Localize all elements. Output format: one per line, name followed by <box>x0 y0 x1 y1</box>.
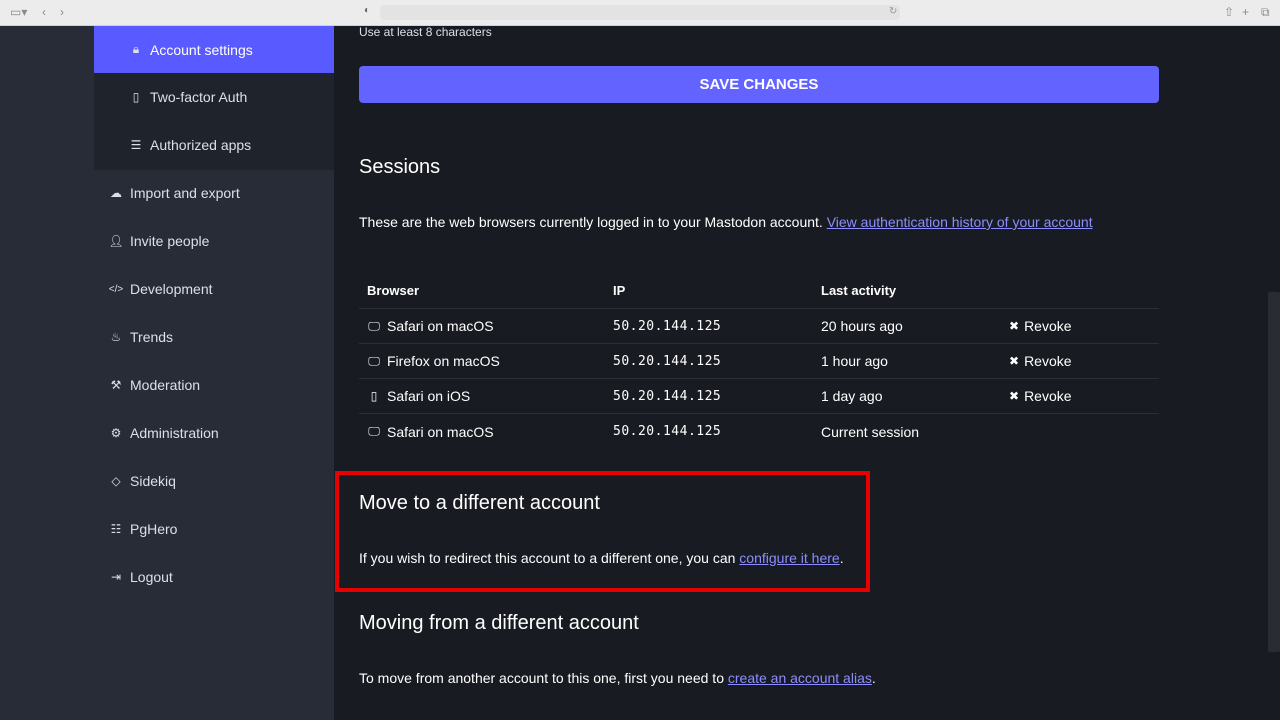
user-plus-icon: 👤︎ <box>108 234 124 248</box>
sidebar-item-pghero[interactable]: ☷ PgHero <box>94 505 334 553</box>
browser-name: Safari on macOS <box>387 423 494 440</box>
revoke-label: Revoke <box>1024 388 1072 404</box>
desktop-icon: 🖵︎ <box>368 424 380 438</box>
table-header-row: Browser IP Last activity <box>359 273 1159 309</box>
move-from-description: To move from another account to this one… <box>359 670 876 686</box>
column-header-browser: Browser <box>367 283 420 298</box>
close-icon: ✖ <box>1009 389 1020 403</box>
revoke-button[interactable]: ✖ Revoke <box>1001 353 1159 369</box>
ip-cell: 50.20.144.125 <box>613 424 722 439</box>
browser-name: Firefox on macOS <box>387 353 500 369</box>
sidebar-item-label: Logout <box>130 569 173 585</box>
sessions-description-text: These are the web browsers currently log… <box>359 214 823 230</box>
sidebar-item-label: PgHero <box>130 521 178 537</box>
column-header-last-activity: Last activity <box>821 283 897 298</box>
sessions-description: These are the web browsers currently log… <box>359 214 1093 230</box>
sidebar-item-label: Account settings <box>150 41 253 58</box>
save-changes-button[interactable]: SAVE CHANGES <box>359 66 1159 103</box>
browser-cell: 🖵︎ Safari on macOS <box>359 318 605 334</box>
sidebar-item-development[interactable]: </> Development <box>94 265 334 313</box>
close-icon: ✖ <box>1009 354 1020 368</box>
back-icon[interactable]: ‹ <box>42 5 46 19</box>
revoke-button[interactable]: ✖ Revoke <box>1001 318 1159 334</box>
table-row: 🖵︎ Firefox on macOS 50.20.144.125 1 hour… <box>359 344 1159 379</box>
sidebar-item-label: Moderation <box>130 377 201 393</box>
move-from-text: To move from another account to this one… <box>359 670 724 686</box>
revoke-label: Revoke <box>1024 353 1072 369</box>
close-icon: ✖ <box>1009 319 1020 333</box>
new-tab-icon[interactable]: + <box>1242 5 1249 19</box>
share-icon[interactable]: ⇧ <box>1224 5 1234 19</box>
move-from-title: Moving from a different account <box>359 612 639 634</box>
table-row: 🖵︎ Safari on macOS 50.20.144.125 20 hour… <box>359 309 1159 344</box>
forward-icon[interactable]: › <box>60 5 64 19</box>
revoke-label: Revoke <box>1024 318 1072 334</box>
column-header-ip: IP <box>613 283 626 298</box>
ip-cell: 50.20.144.125 <box>613 388 722 404</box>
highlight-annotation <box>335 471 870 592</box>
table-row: 🖵︎ Safari on macOS 50.20.144.125 Current… <box>359 414 1159 449</box>
sidebar-item-trends[interactable]: ♨ Trends <box>94 313 334 361</box>
privacy-shield-icon[interactable]: ◐ <box>364 5 370 16</box>
cloud-icon: ☁ <box>110 186 122 200</box>
sidebar-item-label: Two-factor Auth <box>150 89 248 105</box>
table-row: ▯ Safari on iOS 50.20.144.125 1 day ago … <box>359 379 1159 414</box>
sidebar-item-administration[interactable]: ⚙ Administration <box>94 409 334 457</box>
sidebar-item-moderation[interactable]: ⚒ Moderation <box>94 361 334 409</box>
diamond-icon: ◇ <box>111 474 121 488</box>
sidebar-toggle-icon[interactable]: ▭▾ <box>10 5 27 19</box>
reload-icon[interactable]: ↻ <box>889 6 897 17</box>
browser-toolbar: ▭▾ ‹ › ◐ ↻ ⇧ + ⧉ <box>0 0 1280 26</box>
sidebar-item-label: Invite people <box>130 233 210 249</box>
database-icon: ☷ <box>110 522 122 536</box>
cogs-icon: ⚙ <box>110 426 122 440</box>
browser-cell: ▯ Safari on iOS <box>359 388 605 404</box>
sidebar-item-label: Administration <box>130 425 219 441</box>
sidebar-item-import-export[interactable]: ☁ Import and export <box>94 169 334 217</box>
sidebar-item-label: Import and export <box>130 185 240 201</box>
activity-cell: 1 day ago <box>821 388 883 404</box>
sidebar-item-label: Sidekiq <box>130 473 176 489</box>
mobile-icon: ▯ <box>132 90 140 104</box>
move-from-suffix: . <box>871 670 876 686</box>
code-icon: </> <box>108 283 124 295</box>
sidebar-item-two-factor-auth[interactable]: ▯ Two-factor Auth <box>94 73 334 121</box>
revoke-button[interactable]: ✖ Revoke <box>1001 388 1159 404</box>
password-hint: Use at least 8 characters <box>359 25 492 39</box>
sidebar-item-authorized-apps[interactable]: ☰ Authorized apps <box>94 121 334 169</box>
lock-icon: 🔒︎ <box>132 42 140 56</box>
sidebar-item-label: Trends <box>130 329 174 345</box>
desktop-icon: 🖵︎ <box>368 353 380 368</box>
activity-cell: Current session <box>821 423 920 440</box>
ip-cell: 50.20.144.125 <box>613 318 722 334</box>
mobile-icon: ▯ <box>370 389 378 403</box>
browser-name: Safari on iOS <box>387 388 471 404</box>
sidebar-item-account-settings[interactable]: 🔒︎ Account settings <box>94 26 334 73</box>
create-alias-link[interactable]: create an account alias <box>728 670 872 686</box>
desktop-icon: 🖵︎ <box>368 318 380 333</box>
sessions-table: Browser IP Last activity 🖵︎ Safari on ma… <box>359 273 1159 449</box>
scrollbar-thumb[interactable] <box>1268 292 1280 652</box>
activity-cell: 1 hour ago <box>821 353 888 369</box>
sidebar-item-logout[interactable]: ⇥ Logout <box>94 553 334 601</box>
sign-out-icon: ⇥ <box>110 570 122 584</box>
browser-name: Safari on macOS <box>387 318 494 334</box>
activity-cell: 20 hours ago <box>821 318 903 334</box>
sidebar-item-invite-people[interactable]: 👤︎ Invite people <box>94 217 334 265</box>
address-bar[interactable] <box>380 5 900 20</box>
browser-cell: 🖵︎ Firefox on macOS <box>359 353 605 369</box>
auth-history-link[interactable]: View authentication history of your acco… <box>827 214 1093 230</box>
browser-cell: 🖵︎ Safari on macOS <box>359 424 605 440</box>
sessions-title: Sessions <box>359 156 441 178</box>
fire-icon: ♨ <box>110 330 122 344</box>
gavel-icon: ⚒ <box>110 378 122 392</box>
list-icon: ☰ <box>130 138 142 152</box>
sidebar-item-sidekiq[interactable]: ◇ Sidekiq <box>94 457 334 505</box>
ip-cell: 50.20.144.125 <box>613 353 722 369</box>
sidebar-item-label: Development <box>130 281 213 297</box>
tab-overview-icon[interactable]: ⧉ <box>1261 5 1270 20</box>
sidebar-item-label: Authorized apps <box>150 137 252 153</box>
